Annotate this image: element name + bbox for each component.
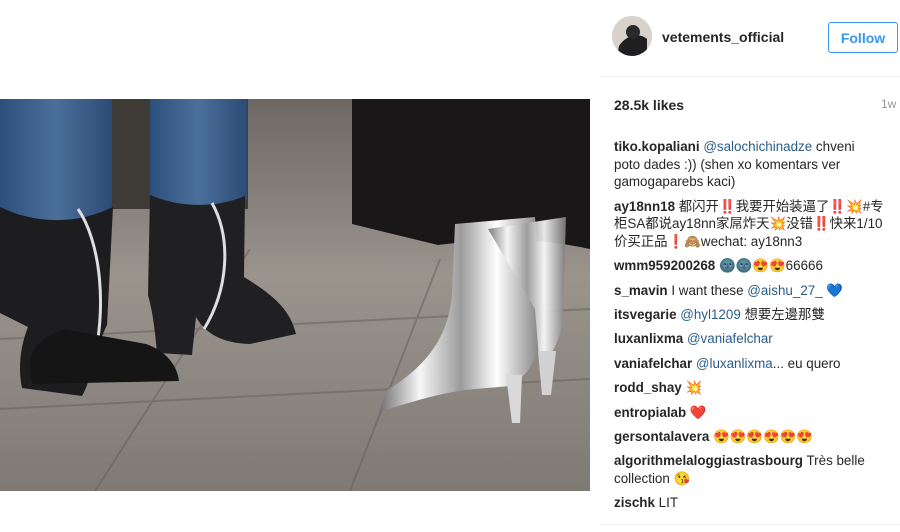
comment-username[interactable]: itsvegarie [614,307,677,322]
comment-username[interactable]: algorithmelaloggiastrasbourg [614,453,803,468]
post-header: vetements_official Follow [600,0,900,77]
post-photo[interactable] [0,99,590,491]
comment-mention[interactable]: @vaniafelchar [687,331,773,346]
likes-count[interactable]: 28.5k likes [614,97,684,113]
avatar-icon [612,16,652,56]
comment-item: luxanlixma @vaniafelchar [614,330,884,348]
post-sidebar: vetements_official Follow 28.5k likes 1w… [600,0,900,532]
comment-item: vaniafelchar @luxanlixma... eu quero [614,355,884,373]
comment-text: ❤️ [686,404,707,420]
comment-username[interactable]: ay18nn18 [614,199,675,214]
comment-item: itsvegarie @hyl1209 想要左邊那雙 [614,306,884,324]
comment-username[interactable]: entropialab [614,405,686,420]
comment-item: entropialab ❤️ [614,404,884,422]
comment-username[interactable]: gersontalavera [614,429,709,444]
follow-button[interactable]: Follow [828,22,898,53]
post-time[interactable]: 1w [881,97,896,111]
comment-text: 🌚🌚😍😍66666 [715,258,823,274]
comment-item: rodd_shay 💥 [614,379,884,397]
comment-text: 想要左邊那雙 [740,306,825,322]
comment-mention[interactable]: @aishu_27_ [747,283,822,298]
blue-heart-icon: 💙 [822,282,844,298]
comment-text: 💥 [681,380,703,396]
comment-username[interactable]: s_mavin [614,283,668,298]
comment-username[interactable]: zischk [614,495,655,510]
boots-photo-illustration [0,99,590,491]
comment-mention[interactable]: @hyl1209 [680,307,741,322]
comment-mention[interactable]: @salochichinadze [703,139,812,154]
comment-item: wmm959200268 🌚🌚😍😍66666 [614,257,884,275]
comment-item: s_mavin I want these @aishu_27_ 💙 [614,282,884,300]
comment-item: ay18nn18 都闪开‼️我要开始装逼了‼️💥#专柜SA都说ay18nn家屌炸… [614,198,884,251]
comments-list: tiko.kopaliani @salochichinadze chveni p… [614,138,884,519]
user-avatar[interactable] [612,16,652,56]
comment-item: tiko.kopaliani @salochichinadze chveni p… [614,138,884,191]
comment-mention[interactable]: @luxanlixma [696,356,773,371]
comment-username[interactable]: wmm959200268 [614,258,715,273]
comment-text: ... eu quero [772,355,841,371]
comment-username[interactable]: rodd_shay [614,380,682,395]
comments-divider [600,524,900,525]
comment-item: zischk LIT [614,494,884,512]
comment-item: algorithmelaloggiastrasbourg Très belle … [614,452,884,487]
comment-item: gersontalavera 😍😍😍😍😍😍 [614,428,884,446]
comment-username[interactable]: luxanlixma [614,331,683,346]
post-username[interactable]: vetements_official [662,29,784,45]
comment-text: I want these [667,282,748,298]
comment-username[interactable]: tiko.kopaliani [614,139,700,154]
comment-text: 😍😍😍😍😍😍 [709,428,814,444]
comment-text: LIT [654,495,679,511]
comment-username[interactable]: vaniafelchar [614,356,692,371]
